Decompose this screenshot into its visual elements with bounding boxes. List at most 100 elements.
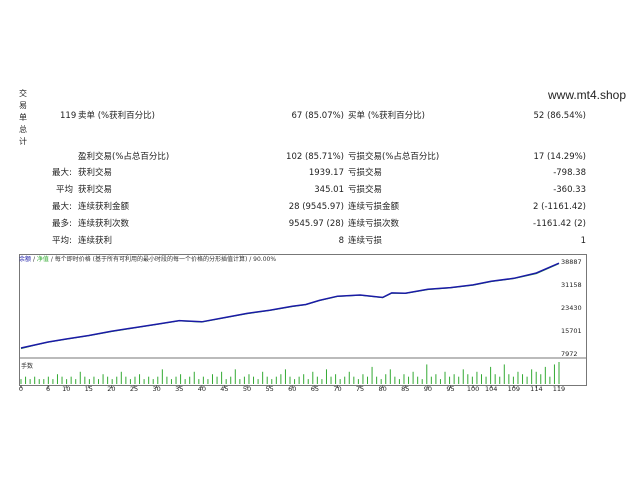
volume-bar [221, 371, 223, 384]
balance-chart: 余额 / 净值 / 每个即时价格 (基于所有可利用的最小时段的每一个价格的分形插… [19, 254, 587, 395]
x-tick-label: 80 [378, 385, 387, 393]
x-tick-label: 104 [484, 385, 498, 393]
x-tick-label: 0 [18, 385, 24, 393]
x-tick-label: 35 [175, 385, 184, 393]
volume-bar [134, 376, 136, 384]
row-value: 8 [338, 236, 344, 246]
volume-bar [540, 374, 542, 384]
volume-bar [348, 371, 350, 384]
volume-bar [207, 379, 209, 384]
volume-bar [239, 379, 241, 384]
volume-bar [494, 374, 496, 384]
volume-bar [198, 379, 200, 384]
volume-bar [25, 376, 27, 384]
x-tick-label: 100 [466, 385, 480, 393]
row-value: 9545.97 (28) [288, 219, 344, 229]
x-tick-label: 30 [152, 385, 161, 393]
volume-bar [166, 376, 168, 384]
side-label: 交 易 单 总 计 [19, 89, 27, 146]
volume-bar [180, 374, 182, 384]
volume-bar [184, 379, 186, 384]
volume-bar [408, 376, 410, 384]
row-prefix: 最大: [52, 168, 72, 178]
row-key-right: 连续亏损金额 [348, 202, 400, 212]
volume-bar [66, 379, 68, 384]
volume-bar [84, 376, 86, 384]
volume-bar [284, 369, 286, 384]
volume-bar [111, 379, 113, 384]
x-tick-label: 40 [197, 385, 206, 393]
volume-bar [512, 376, 514, 384]
x-tick-label: 65 [310, 385, 319, 393]
volume-bar [29, 379, 31, 384]
row-key: 连续获利 [78, 236, 113, 246]
row-key: 获利交易 [78, 168, 113, 178]
volume-bar [216, 376, 218, 384]
row-value-right: -1161.42 (2) [533, 219, 586, 229]
row-value: 67 (85.07%) [291, 111, 344, 121]
volume-bar [403, 374, 405, 384]
volume-bar [43, 379, 45, 384]
legend-note: 每个即时价格 (基于所有可利用的最小时段的每一个价格的分形插值计算) / 90.… [54, 256, 277, 263]
volume-bar [444, 371, 446, 384]
volume-bar [439, 379, 441, 384]
row-value-right: 1 [580, 236, 586, 246]
volume-bar [47, 376, 49, 384]
volume-bar [522, 374, 524, 384]
volume-bar [161, 369, 163, 384]
y-tick-label: 23430 [561, 303, 582, 312]
y-tick-label: 38887 [561, 258, 582, 266]
row-key: 获利交易 [78, 185, 113, 195]
volume-bar [230, 376, 232, 384]
volume-bar [75, 379, 77, 384]
volume-bar [449, 376, 451, 384]
volume-bar [535, 371, 537, 384]
volume-bar [271, 379, 273, 384]
volume-bar [394, 376, 396, 384]
volume-bar [353, 376, 355, 384]
chart-legend: 余额 / 净值 / 每个即时价格 (基于所有可利用的最小时段的每一个价格的分形插… [19, 256, 277, 263]
volume-bar [385, 374, 387, 384]
volume-bar [38, 379, 40, 384]
x-tick-label: 90 [423, 385, 433, 393]
x-tick-label: 50 [242, 385, 252, 393]
x-tick-label: 6 [46, 385, 51, 393]
volume-bar [189, 376, 191, 384]
volume-bar [339, 379, 341, 384]
volume-bar [102, 374, 104, 384]
volume-bar [225, 379, 227, 384]
volume-bar [453, 374, 455, 384]
volume-bar [544, 366, 546, 384]
volume-bar [61, 376, 63, 384]
row-prefix: 平均: [52, 236, 72, 246]
volume-bar [458, 376, 460, 384]
volume-bar [467, 374, 469, 384]
volume-bar [485, 376, 487, 384]
volume-bar [426, 364, 428, 384]
row-key-right: 连续亏损次数 [348, 219, 400, 229]
volume-bar [129, 379, 131, 384]
x-tick-label: 25 [129, 385, 139, 393]
legend-balance: 余额 [19, 256, 32, 263]
x-tick-label: 55 [265, 385, 274, 393]
volume-bar [143, 379, 145, 384]
watermark: www.mt4.shop [548, 88, 627, 102]
volume-bar [257, 379, 259, 384]
volume-bar [549, 376, 551, 384]
volume-bar [170, 379, 172, 384]
volume-bar [52, 379, 54, 384]
y-tick-label: 7972 [561, 350, 578, 358]
volume-bar [371, 366, 373, 384]
row-value: 1939.17 [308, 168, 344, 178]
volume-bar [312, 371, 314, 384]
volume-bar [362, 374, 364, 384]
volume-bar [325, 369, 327, 384]
volume-bar [471, 376, 473, 384]
volume-bar [526, 376, 528, 384]
x-tick-label: 109 [507, 385, 520, 393]
volume-bar [307, 379, 309, 384]
volume-bar [107, 376, 109, 384]
row-key: 盈利交易(%占总百分比) [78, 152, 170, 162]
volume-bar [517, 371, 519, 384]
row-value-right: -360.33 [553, 185, 586, 195]
